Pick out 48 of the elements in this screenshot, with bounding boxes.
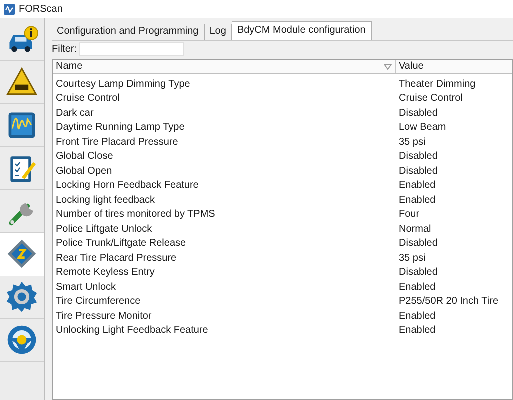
table-cell-text: Smart Unlock (55, 280, 118, 295)
table-cell-text: 35 psi (398, 136, 427, 150)
table-cell-text: Cruise Control (398, 92, 464, 106)
steering-wheel-icon (5, 323, 39, 357)
table-cell-text: Daytime Running Lamp Type (55, 121, 186, 136)
table-cell-text: Global Close (55, 150, 114, 164)
table-cell-text: Disabled (398, 150, 439, 164)
table-cell-text: Enabled (398, 179, 437, 194)
table-cell-text: Low Beam (398, 121, 448, 136)
table-cell-text: Cruise Control (55, 92, 121, 106)
table-cell-text: Normal (398, 222, 432, 237)
table-cell-text: Theater Dimming (398, 78, 477, 92)
table-cell-text: Front Tire Placard Pressure (55, 136, 180, 150)
table-cell-text: Unlocking Light Feedback Feature (55, 324, 210, 338)
table-cell-text: Four (398, 208, 421, 222)
table-cell-text: Disabled (398, 237, 439, 252)
tab[interactable]: BdyCM Module configuration (232, 21, 372, 40)
table-cell-text: Courtesy Lamp Dimming Type (55, 78, 192, 92)
filter-field[interactable] (79, 42, 184, 56)
table-cell-text: Disabled (398, 266, 439, 280)
table-cell-text: Tire Circumference (55, 295, 142, 310)
app-icon (4, 4, 15, 14)
table-cell-text: Number of tires monitored by TPMS (55, 208, 216, 222)
column-header[interactable]: Name (56, 59, 83, 74)
gear-icon (5, 280, 39, 314)
table-cell-text: Enabled (398, 280, 437, 295)
table-cell-text: Locking Horn Feedback Feature (55, 179, 200, 194)
table-cell-text: Disabled (398, 106, 439, 121)
table-cell-text: Police Liftgate Unlock (55, 222, 154, 237)
window-title: FORScan (19, 2, 63, 16)
table-cell-text: Global Open (55, 164, 114, 179)
table-cell-text: Enabled (398, 194, 437, 208)
tab[interactable]: Configuration and Programming (52, 24, 205, 40)
table-cell-text: Remote Keyless Entry (55, 266, 156, 280)
filter-label: Filter: (52, 42, 77, 56)
table-cell-text: Dark car (55, 106, 95, 121)
table-cell-text: P255/50R 20 Inch Tire (398, 295, 500, 310)
table-cell-text: Locking light feedback (55, 194, 156, 208)
table-cell-text: Enabled (398, 310, 437, 324)
table-cell-text: Tire Pressure Monitor (55, 310, 153, 324)
table-cell-text: 35 psi (398, 252, 427, 266)
table-cell-text: Disabled (398, 164, 439, 179)
table-cell-text: Police Trunk/Liftgate Release (55, 237, 188, 252)
column-header[interactable]: Value (399, 59, 424, 74)
table-cell-text: Rear Tire Placard Pressure (55, 252, 178, 266)
chip-icon (5, 237, 39, 271)
sort-icon (384, 64, 392, 70)
table-cell-text: Enabled (398, 324, 437, 338)
